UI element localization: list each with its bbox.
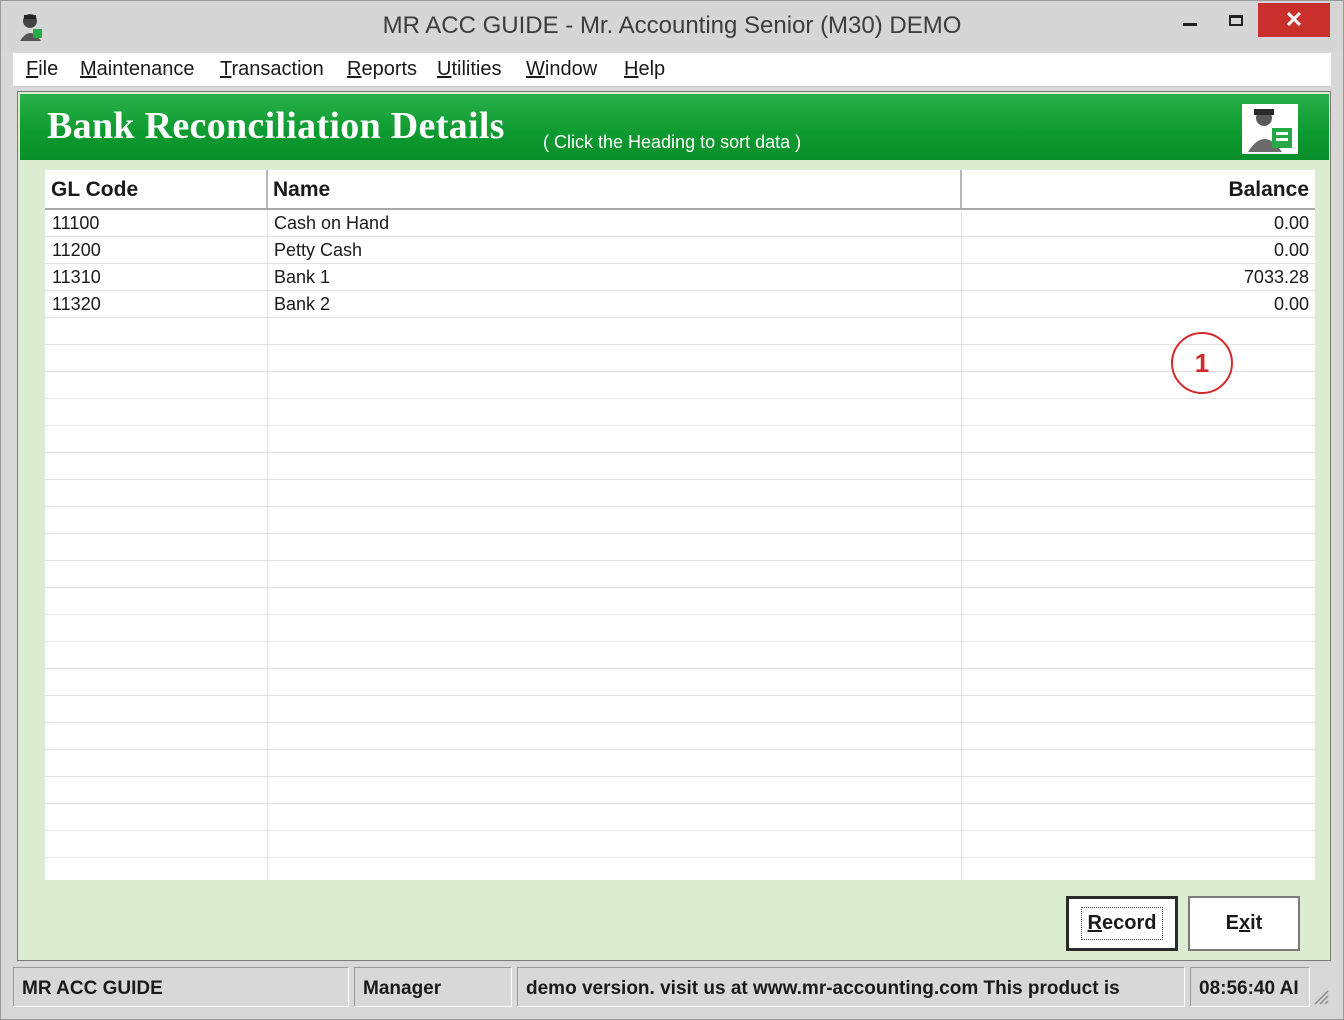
empty-row: [45, 480, 1315, 507]
menu-maintenance-label: aintenance: [96, 58, 195, 80]
empty-row: [45, 318, 1315, 345]
name-cell: Bank 2: [274, 294, 331, 314]
status-bar: MR ACC GUIDE Manager demo version. visit…: [13, 965, 1331, 1009]
empty-row: [45, 696, 1315, 723]
balance-cell: 0.00: [1273, 294, 1309, 314]
close-icon: ✕: [1284, 7, 1304, 32]
callout-marker: 1: [1171, 332, 1233, 394]
gl-code-cell: 11200: [52, 240, 101, 260]
exit-button[interactable]: Ex it: [1188, 896, 1300, 951]
empty-row: [45, 399, 1315, 426]
status-time: 08:56:40 AI: [1190, 967, 1310, 1007]
table-row[interactable]: 11320 Bank 2 0.00: [45, 291, 1315, 318]
record-label: ecord: [1101, 912, 1157, 934]
balance-cell: 0.00: [1273, 240, 1309, 260]
record-mnemonic: R: [1087, 912, 1102, 934]
menu-utilities-label: tilities: [451, 58, 502, 80]
menu-transaction-label: ransaction: [231, 58, 324, 80]
menu-maintenance-mnemonic: M: [80, 58, 97, 80]
minimize-icon: [1183, 22, 1197, 26]
name-cell: Bank 1: [274, 267, 331, 287]
balance-cell: 0.00: [1273, 213, 1309, 233]
menu-reports-label: eports: [361, 58, 418, 80]
empty-row: [45, 615, 1315, 642]
empty-row: [45, 534, 1315, 561]
menu-window-mnemonic: W: [526, 58, 545, 80]
table-row[interactable]: 11200 Petty Cash 0.00: [45, 237, 1315, 264]
empty-row: [45, 426, 1315, 453]
menu-file-label: ile: [38, 58, 59, 80]
app-window: MR ACC GUIDE - Mr. Accounting Senior (M3…: [0, 0, 1344, 1020]
menu-help[interactable]: Help: [624, 58, 665, 81]
table-row[interactable]: 11100 Cash on Hand 0.00: [45, 210, 1315, 237]
menu-transaction[interactable]: Transaction: [220, 58, 324, 81]
gl-code-cell: 11320: [52, 294, 101, 314]
header-divider[interactable]: [266, 170, 268, 208]
table-row[interactable]: 11310 Bank 1 7033.28: [45, 264, 1315, 291]
accountant-figure-icon: [1242, 104, 1298, 154]
menu-help-label: elp: [638, 58, 666, 80]
empty-row: [45, 453, 1315, 480]
grid-header: GL Code Name Balance: [45, 170, 1315, 210]
empty-row: [45, 777, 1315, 804]
menu-maintenance[interactable]: Maintenance: [80, 58, 195, 81]
record-button-focus: Record: [1080, 907, 1164, 940]
menu-window[interactable]: Window: [526, 58, 597, 81]
exit-label-end: it: [1250, 912, 1263, 934]
exit-mnemonic: x: [1239, 912, 1251, 934]
accounts-grid[interactable]: GL Code Name Balance 11100 Cash on Hand …: [45, 170, 1315, 880]
exit-label-start: E: [1225, 912, 1239, 934]
menu-file-mnemonic: F: [26, 58, 39, 80]
empty-row: [45, 642, 1315, 669]
balance-cell: 7033.28: [1243, 267, 1309, 287]
menu-help-mnemonic: H: [624, 58, 639, 80]
header-banner: Bank Reconciliation Details ( Click the …: [20, 94, 1329, 160]
status-user: Manager: [354, 967, 512, 1007]
gl-code-cell: 11310: [52, 267, 101, 287]
status-app: MR ACC GUIDE: [13, 967, 349, 1007]
menu-utilities[interactable]: Utilities: [437, 58, 501, 81]
empty-row: [45, 588, 1315, 615]
empty-row: [45, 831, 1315, 858]
name-cell: Petty Cash: [274, 240, 363, 260]
empty-row: [45, 507, 1315, 534]
menu-reports[interactable]: Reports: [347, 58, 417, 81]
gl-code-cell: 11100: [52, 213, 100, 233]
resize-grip-icon[interactable]: [1313, 987, 1329, 1005]
header-name[interactable]: Name: [273, 170, 953, 208]
window-title: MR ACC GUIDE - Mr. Accounting Senior (M3…: [382, 12, 962, 39]
maximize-icon: [1229, 14, 1243, 26]
maximize-button[interactable]: [1213, 3, 1259, 37]
menu-utilities-mnemonic: U: [437, 58, 452, 80]
minimize-button[interactable]: [1167, 3, 1213, 37]
empty-row: [45, 669, 1315, 696]
empty-row: [45, 750, 1315, 777]
title-bar[interactable]: MR ACC GUIDE - Mr. Accounting Senior (M3…: [1, 1, 1343, 51]
header-balance[interactable]: Balance: [965, 170, 1309, 208]
menu-bar: File Maintenance Transaction Reports Uti…: [13, 53, 1331, 87]
name-cell: Cash on Hand: [274, 213, 390, 233]
menu-window-label: indow: [544, 58, 598, 80]
page-title: Bank Reconciliation Details: [47, 105, 505, 147]
empty-row: [45, 561, 1315, 588]
record-button[interactable]: Record: [1066, 896, 1178, 951]
header-divider[interactable]: [960, 170, 962, 208]
grid-rows: 11100 Cash on Hand 0.00 11200 Petty Cash…: [45, 210, 1315, 858]
empty-row: [45, 372, 1315, 399]
status-message: demo version. visit us at www.mr-account…: [517, 967, 1185, 1007]
menu-file[interactable]: File: [26, 58, 58, 81]
empty-row: [45, 804, 1315, 831]
empty-row: [45, 345, 1315, 372]
menu-transaction-mnemonic: T: [220, 58, 232, 80]
sort-hint: ( Click the Heading to sort data ): [543, 132, 802, 152]
empty-row: [45, 723, 1315, 750]
document-window: Bank Reconciliation Details ( Click the …: [17, 91, 1331, 961]
menu-reports-mnemonic: R: [347, 58, 362, 80]
header-gl-code[interactable]: GL Code: [51, 170, 261, 208]
close-button[interactable]: ✕: [1258, 3, 1330, 37]
